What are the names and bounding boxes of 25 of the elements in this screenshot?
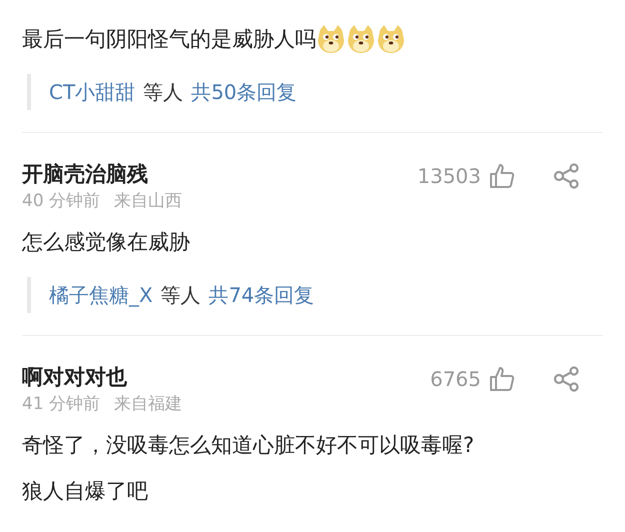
author-name[interactable]: 啊对对对也 — [22, 362, 182, 392]
location: 来自山西 — [114, 190, 182, 213]
share-icon[interactable] — [553, 163, 581, 189]
doge-emoji-icon — [316, 24, 346, 54]
like-count: 6765 — [430, 367, 481, 391]
share-icon[interactable] — [553, 366, 581, 392]
reply-suffix: 等人 — [143, 79, 184, 106]
post-time: 41 分钟前 — [22, 393, 100, 416]
author-name[interactable]: 开脑壳治脑残 — [22, 159, 182, 189]
reply-suffix: 等人 — [160, 282, 201, 309]
doge-emoji-icon — [346, 24, 376, 54]
comment-text: 狼人自爆了吧 — [22, 478, 148, 505]
doge-emoji-icon — [376, 24, 406, 54]
reply-user-link[interactable]: 橘子焦糖_X — [49, 281, 153, 309]
reply-user-link[interactable]: CT小甜甜 — [49, 78, 136, 106]
location: 来自福建 — [114, 393, 182, 416]
thumbs-up-icon[interactable] — [489, 163, 515, 189]
like-count: 13503 — [417, 164, 481, 188]
thumbs-up-icon[interactable] — [489, 366, 515, 392]
reply-count-link[interactable]: 共50条回复 — [191, 78, 297, 106]
comment-text: 怎么感觉像在威胁 — [22, 229, 190, 256]
comment-text: 最后一句阴阳怪气的是威胁人吗 — [22, 26, 316, 53]
reply-count-link[interactable]: 共74条回复 — [208, 281, 314, 309]
post-time: 40 分钟前 — [22, 190, 100, 213]
comment-text: 奇怪了，没吸毒怎么知道心脏不好不可以吸毒喔? — [22, 432, 474, 459]
